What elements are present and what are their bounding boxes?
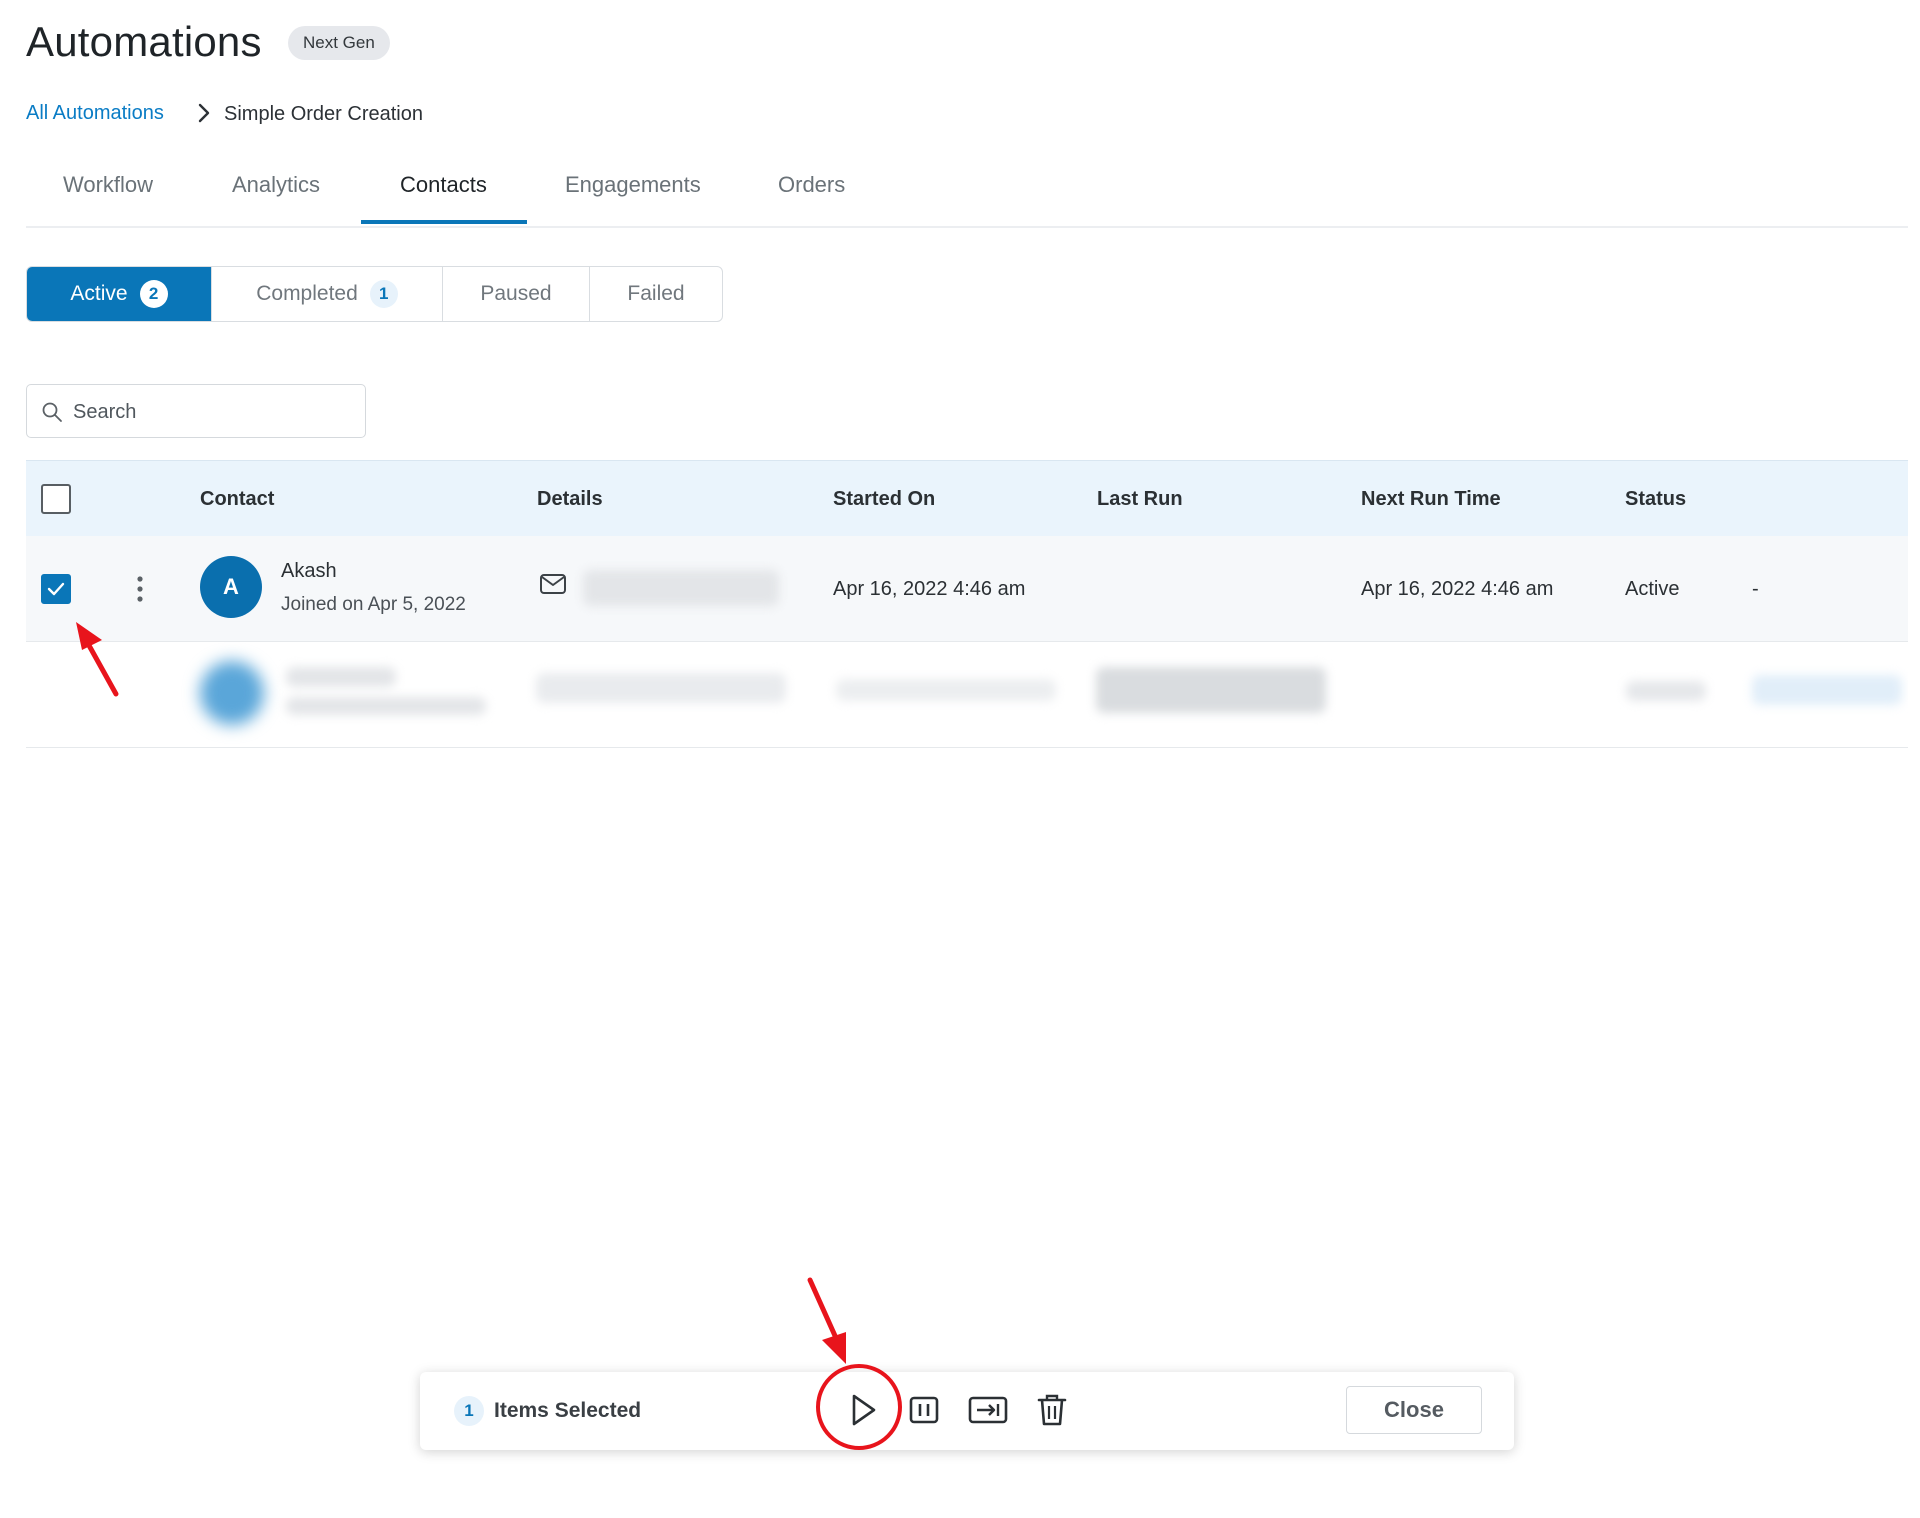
filter-active[interactable]: Active 2 (27, 267, 212, 321)
filter-paused-label: Paused (480, 282, 552, 305)
filter-paused[interactable]: Paused (443, 267, 590, 321)
row-checkbox[interactable] (41, 574, 71, 604)
contact-joined-date: Joined on Apr 5, 2022 (281, 594, 466, 615)
column-contact: Contact (200, 488, 275, 510)
filter-completed-count: 1 (369, 280, 398, 308)
table-row-redacted (26, 641, 1908, 748)
breadcrumb-current: Simple Order Creation (224, 103, 423, 125)
tab-analytics[interactable]: Analytics (232, 172, 320, 198)
column-next-run-time: Next Run Time (1361, 488, 1501, 510)
column-details: Details (537, 488, 603, 510)
status-filter: Active 2 Completed 1 Paused Failed (26, 266, 723, 322)
pause-icon[interactable] (904, 1390, 944, 1430)
bulk-action-bar: 1 Items Selected Close (420, 1372, 1514, 1450)
column-status: Status (1625, 488, 1687, 510)
row-extra-value: - (1752, 578, 1759, 600)
trash-icon[interactable] (1032, 1390, 1072, 1430)
filter-active-label: Active (70, 282, 128, 305)
column-last-run: Last Run (1097, 488, 1183, 510)
selected-count: 1 (454, 1396, 484, 1426)
avatar: A (200, 556, 262, 618)
status-value: Active (1625, 578, 1680, 600)
started-on-value: Apr 16, 2022 4:46 am (833, 578, 1026, 600)
active-tab-indicator (361, 220, 527, 224)
selected-label: Items Selected (494, 1399, 642, 1422)
annotation-arrow-icon (807, 1277, 846, 1364)
mail-icon (540, 574, 566, 594)
redacted-email (583, 570, 779, 606)
filter-completed[interactable]: Completed 1 (212, 267, 443, 321)
search-input[interactable] (71, 393, 355, 431)
avatar (200, 661, 264, 725)
filter-failed-label: Failed (627, 282, 685, 305)
tab-contacts[interactable]: Contacts (400, 172, 487, 198)
move-to-icon[interactable] (966, 1390, 1010, 1430)
close-button[interactable]: Close (1346, 1386, 1482, 1434)
main-tabs: Workflow Analytics Contacts Engagements … (26, 160, 1908, 228)
search-icon (42, 402, 62, 422)
filter-failed[interactable]: Failed (590, 267, 722, 321)
kebab-menu-icon[interactable] (134, 574, 146, 604)
column-started-on: Started On (833, 488, 936, 510)
filter-completed-label: Completed (256, 282, 358, 305)
tab-workflow[interactable]: Workflow (63, 172, 153, 198)
next-run-time-value: Apr 16, 2022 4:46 am (1361, 578, 1554, 600)
filter-active-count: 2 (139, 280, 168, 308)
tab-orders[interactable]: Orders (778, 172, 845, 198)
table-row: A Akash Joined on Apr 5, 2022 Apr 16, 20… (26, 536, 1908, 642)
contact-name[interactable]: Akash (281, 560, 337, 583)
select-all-checkbox[interactable] (41, 484, 71, 514)
check-icon (47, 582, 65, 596)
chevron-right-icon (198, 103, 210, 123)
search-box (26, 384, 366, 438)
breadcrumb-all-automations-link[interactable]: All Automations (26, 102, 164, 125)
tab-engagements[interactable]: Engagements (565, 172, 701, 198)
next-gen-badge: Next Gen (288, 26, 390, 60)
table-header: Contact Details Started On Last Run Next… (26, 460, 1908, 537)
play-icon[interactable] (842, 1390, 882, 1430)
page-title: Automations (26, 18, 262, 65)
